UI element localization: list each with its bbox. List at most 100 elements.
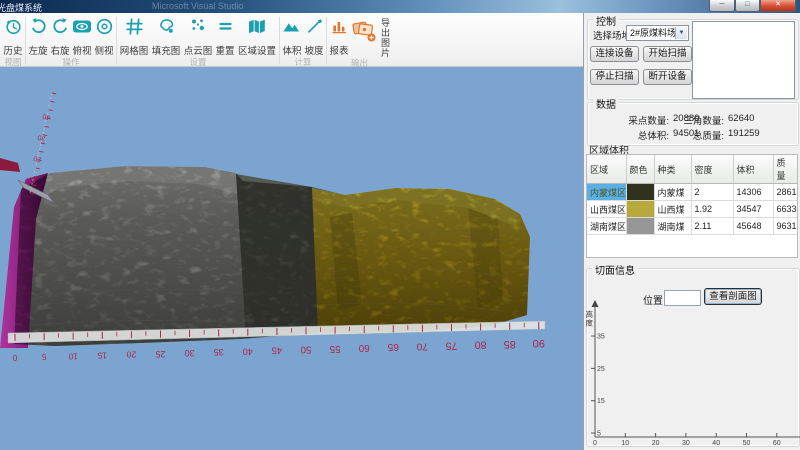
x-axis-ticks: 0102030405060 xyxy=(593,433,781,447)
svg-text:15: 15 xyxy=(97,351,107,361)
table-header-row: 区域 颜色 种类 密度 体积 质量 xyxy=(587,155,797,184)
data-group-title: 数据 xyxy=(593,96,619,111)
svg-text:60: 60 xyxy=(773,440,781,447)
table-row[interactable]: 内蒙煤区 内蒙煤 2 14306 28612 xyxy=(587,184,797,201)
toolbar-group-settings: 网格图 填充图 点云图 重置 区域设置 设置 xyxy=(118,13,278,66)
toolbar-group-output: 报表 导出图片 输出 xyxy=(328,13,391,66)
svg-text:20: 20 xyxy=(652,440,660,447)
region-volume-table: 区域 颜色 种类 密度 体积 质量 内蒙煤区 内蒙煤 2 14306 28612 xyxy=(587,155,798,235)
svg-text:35: 35 xyxy=(597,334,605,341)
toolbar-group-operate: 左旋 右旋 俯视 侧视 操作 xyxy=(27,13,115,66)
svg-text:5: 5 xyxy=(597,431,601,438)
toolbar-group-calculate: 体积 坡度 计算 xyxy=(281,13,325,66)
svg-text:30: 30 xyxy=(682,440,690,447)
y-axis-arrow xyxy=(592,300,599,307)
volume-mountain-icon xyxy=(282,17,302,41)
table-row[interactable]: 山西煤区 山西煤 1.92 34547 66330 xyxy=(587,201,797,218)
toolbar-divider xyxy=(279,17,280,64)
disconnect-device-button[interactable]: 断开设备 xyxy=(643,69,692,85)
rotate-right-button[interactable]: 右旋 xyxy=(49,15,71,57)
svg-text:90: 90 xyxy=(533,337,545,349)
toolbar-divider xyxy=(25,17,26,64)
reset-icon xyxy=(216,17,235,41)
history-icon xyxy=(4,17,23,41)
svg-text:15: 15 xyxy=(597,398,605,405)
table-row[interactable]: 湖南煤区 湖南煤 2.11 45648 96317 xyxy=(587,218,797,235)
top-view-button[interactable]: 俯视 xyxy=(71,15,93,57)
volume-button[interactable]: 体积 xyxy=(281,15,303,57)
triangles-count-value: 62640 xyxy=(728,113,754,124)
control-group-title: 控制 xyxy=(593,13,619,28)
region-cell: 山西煤区 xyxy=(587,201,626,218)
start-scan-button[interactable]: 开始扫描 xyxy=(643,46,692,62)
side-view-target-icon xyxy=(95,17,114,41)
svg-text:10: 10 xyxy=(68,351,78,361)
window-controls: ─ □ ✕ xyxy=(709,0,796,12)
svg-text:85: 85 xyxy=(504,338,516,350)
device-log-list[interactable] xyxy=(692,21,795,99)
region-volume-table-wrap: 区域 颜色 种类 密度 体积 质量 内蒙煤区 内蒙煤 2 14306 28612 xyxy=(586,154,798,258)
region-cell: 内蒙煤区 xyxy=(587,184,626,201)
svg-text:10: 10 xyxy=(621,440,629,447)
point-cloud-icon xyxy=(189,17,208,41)
side-view-button[interactable]: 侧视 xyxy=(93,15,115,57)
rotate-right-icon xyxy=(51,17,70,41)
svg-text:高: 高 xyxy=(586,309,594,319)
svg-text:50: 50 xyxy=(743,440,751,447)
title-bar: 光盘煤系统 Microsoft Visual Studio ─ □ ✕ xyxy=(0,0,800,13)
y-axis-ticks: 5152535 xyxy=(591,334,605,438)
grid-map-button[interactable]: 网格图 xyxy=(118,15,150,57)
background-window-title: Microsoft Visual Studio xyxy=(152,1,243,11)
toolbar-divider xyxy=(116,17,117,64)
point-cloud-button[interactable]: 点云图 xyxy=(182,15,214,57)
export-image-button[interactable]: 导出图片 xyxy=(350,15,391,58)
grid-icon xyxy=(125,17,144,41)
svg-text:40: 40 xyxy=(243,346,253,357)
svg-text:55: 55 xyxy=(329,343,340,354)
maximize-button[interactable]: □ xyxy=(735,0,760,12)
fill-map-button[interactable]: 填充图 xyxy=(150,15,182,57)
color-swatch xyxy=(626,184,654,201)
ribbon-toolbar: 历史 视图 左旋 右旋 俯视 xyxy=(0,13,583,67)
svg-text:度: 度 xyxy=(586,318,594,328)
total-mass-value: 191259 xyxy=(728,128,760,139)
toolbar-group-view: 历史 视图 xyxy=(2,13,24,66)
svg-text:30: 30 xyxy=(185,348,195,358)
svg-text:0: 0 xyxy=(593,440,597,447)
svg-text:45: 45 xyxy=(272,345,283,356)
color-swatch xyxy=(626,218,654,235)
svg-text:65: 65 xyxy=(387,341,399,352)
site-select-dropdown[interactable]: 2#原煤料场 ▼ xyxy=(626,25,689,41)
slope-button[interactable]: 坡度 xyxy=(303,15,325,57)
svg-text:0: 0 xyxy=(12,353,17,362)
report-button[interactable]: 报表 xyxy=(328,15,350,58)
section-profile-chart: 高度 5152535 0102030405060 xyxy=(584,298,800,450)
total-volume-label: 总体积: xyxy=(594,128,669,142)
right-panel: 控制 选择场地: 2#原煤料场 ▼ 连接设备 开始扫描 停止扫描 断开设备 数据… xyxy=(583,13,800,450)
region-settings-button[interactable]: 区域设置 xyxy=(236,15,278,57)
rotate-left-button[interactable]: 左旋 xyxy=(27,15,49,57)
connect-device-button[interactable]: 连接设备 xyxy=(590,46,639,62)
viewport-3d[interactable]: 051015202530354045505560657075808590 102… xyxy=(0,67,583,450)
svg-text:80: 80 xyxy=(475,339,487,351)
svg-text:50: 50 xyxy=(300,344,311,355)
svg-text:75: 75 xyxy=(446,340,458,352)
export-image-icon xyxy=(351,18,377,49)
fill-icon xyxy=(157,17,176,41)
svg-text:25: 25 xyxy=(156,349,166,359)
svg-text:20: 20 xyxy=(126,350,136,360)
stop-scan-button[interactable]: 停止扫描 xyxy=(590,69,639,85)
export-image-label: 导出图片 xyxy=(379,18,390,58)
svg-text:5: 5 xyxy=(41,352,46,361)
close-button[interactable]: ✕ xyxy=(760,0,796,12)
minimize-button[interactable]: ─ xyxy=(709,0,735,12)
app-window: 光盘煤系统 Microsoft Visual Studio ─ □ ✕ 历史 视… xyxy=(0,0,800,450)
points-count-label: 采点数量: xyxy=(594,113,669,127)
reset-button[interactable]: 重置 xyxy=(214,15,236,57)
region-cell: 湖南煤区 xyxy=(587,218,626,235)
history-button[interactable]: 历史 xyxy=(2,15,24,57)
region-map-icon xyxy=(247,17,267,41)
svg-text:35: 35 xyxy=(214,347,224,357)
report-chart-icon xyxy=(330,17,349,41)
svg-text:70: 70 xyxy=(416,340,428,351)
